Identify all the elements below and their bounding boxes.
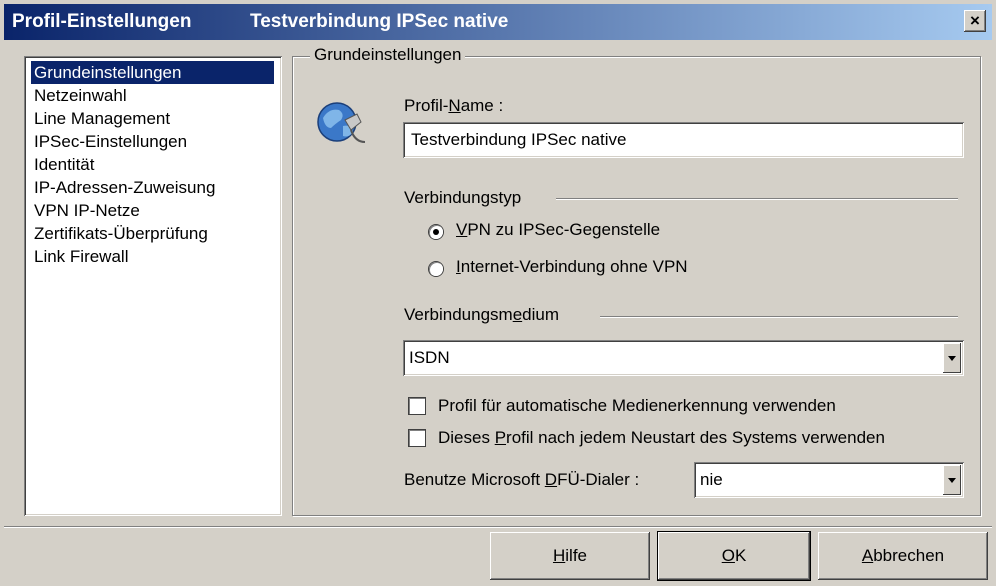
close-icon: × [970,11,980,30]
radio-vpn-ipsec-label[interactable]: VPN zu IPSec-Gegenstelle [456,220,660,240]
nav-item-line-management[interactable]: Line Management [31,107,174,130]
profile-name-input[interactable] [407,126,956,154]
ok-button[interactable]: OK [658,532,810,580]
connection-medium-value: ISDN [409,348,450,367]
restart-profile-label[interactable]: Dieses Profil nach jedem Neustart des Sy… [438,428,885,448]
connection-medium-title: Verbindungsmedium [404,305,560,324]
connection-medium-select[interactable]: ISDN [403,340,964,376]
radio-internet-no-vpn-label[interactable]: Internet-Verbindung ohne VPN [456,257,688,277]
profile-title: Testverbindung IPSec native [250,11,509,32]
chevron-down-icon[interactable] [943,465,961,495]
footer-divider [4,526,992,528]
radio-vpn-ipsec[interactable] [429,225,443,239]
nav-item-identitaet[interactable]: Identität [31,153,99,176]
globe-plug-icon [317,102,366,143]
nav-item-grundeinstellungen[interactable]: Grundeinstellungen [31,61,274,84]
nav-item-ipsec-einstellungen[interactable]: IPSec-Einstellungen [31,130,191,153]
chevron-down-icon[interactable] [943,343,961,373]
connection-type-title: Verbindungstyp [404,188,522,207]
close-button[interactable]: × [964,10,986,32]
dialog-title: Profil-Einstellungen [12,11,192,32]
cancel-button[interactable]: Abbrechen [818,532,988,580]
nav-item-link-firewall[interactable]: Link Firewall [31,245,132,268]
nav-item-zertifikats-ueberpruefung[interactable]: Zertifikats-Überprüfung [31,222,212,245]
nav-item-ip-adressen-zuweisung[interactable]: IP-Adressen-Zuweisung [31,176,219,199]
nav-item-netzeinwahl[interactable]: Netzeinwahl [31,84,131,107]
title-bar[interactable]: Profil-Einstellungen Testverbindung IPSe… [4,4,992,40]
dialer-label: Benutze Microsoft DFÜ-Dialer : [404,470,640,489]
group-title: Grundeinstellungen [310,45,466,65]
connection-medium-divider [600,316,958,318]
dialer-select[interactable]: nie [694,462,964,498]
auto-media-checkbox[interactable] [409,398,425,414]
profile-settings-dialog: Profil-Einstellungen Testverbindung IPSe… [0,0,996,586]
dialer-value: nie [700,470,723,489]
profile-name-field[interactable] [403,122,964,158]
help-button[interactable]: Hilfe [490,532,650,580]
radio-internet-no-vpn[interactable] [429,262,443,276]
restart-profile-checkbox[interactable] [409,430,425,446]
settings-nav-list[interactable]: Grundeinstellungen Netzeinwahl Line Mana… [24,56,282,516]
auto-media-label[interactable]: Profil für automatische Medienerkennung … [438,396,836,416]
nav-item-vpn-ip-netze[interactable]: VPN IP-Netze [31,199,144,222]
connection-type-divider [556,198,958,200]
profile-name-label: Profil-Name : [404,96,504,115]
